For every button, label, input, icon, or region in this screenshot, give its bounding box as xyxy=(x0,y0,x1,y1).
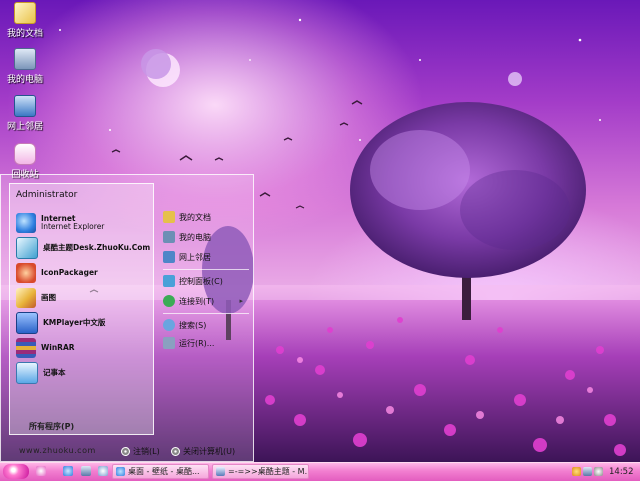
notepad-icon xyxy=(16,362,38,384)
search-icon xyxy=(163,319,175,331)
program-paint[interactable]: 画图 xyxy=(16,287,151,309)
power-icon xyxy=(171,446,180,456)
logoff-button[interactable]: 注销(L) xyxy=(121,445,160,457)
places-label: 控制面板(C) xyxy=(179,276,223,286)
places-label: 连接到(T) xyxy=(179,296,215,306)
start-menu-programs-panel: Administrator Internet Internet Explorer… xyxy=(9,183,154,435)
paint-icon xyxy=(16,288,36,308)
my-documents-icon xyxy=(163,211,175,223)
my-network-icon xyxy=(163,251,175,263)
iconpackager-icon xyxy=(16,263,36,283)
program-subtitle: Internet Explorer xyxy=(41,222,105,231)
places-label: 运行(R)... xyxy=(179,338,215,348)
run-icon xyxy=(163,337,175,349)
volume-icon[interactable] xyxy=(594,467,603,476)
logoff-icon xyxy=(121,446,130,456)
places-label: 网上邻居 xyxy=(179,252,211,262)
control-panel-icon xyxy=(163,275,175,287)
desktop-icon-network[interactable]: 网上邻居 xyxy=(2,95,48,132)
places-my-documents[interactable]: 我的文档 xyxy=(163,209,249,225)
places-label: 我的电脑 xyxy=(179,232,211,242)
program-title: 记事本 xyxy=(43,368,66,377)
folder-icon xyxy=(14,2,36,24)
places-control-panel[interactable]: 控制面板(C) xyxy=(163,273,249,289)
network-icon xyxy=(14,95,36,117)
quicklaunch-media-icon[interactable] xyxy=(98,466,108,476)
kmplayer-icon xyxy=(16,312,38,334)
desktop-icon-label: 网上邻居 xyxy=(6,122,43,132)
taskbar-button-theme-window[interactable]: =-=>>桌酷主题 - M... xyxy=(212,464,309,479)
connect-to-icon xyxy=(163,295,175,307)
program-title: KMPlayer中文版 xyxy=(43,318,106,327)
moon-shadow xyxy=(141,49,171,79)
places-label: 我的文档 xyxy=(179,212,211,222)
system-tray: 14:52 xyxy=(572,464,638,479)
program-winrar[interactable]: WinRAR xyxy=(16,337,151,359)
task-label: =-=>>桌酷主题 - M... xyxy=(228,467,308,476)
computer-icon xyxy=(14,48,36,70)
desktop-icon-label: 我的文档 xyxy=(6,29,43,39)
places-search[interactable]: 搜索(S) xyxy=(163,317,249,333)
program-notepad[interactable]: 记事本 xyxy=(16,362,151,384)
theme-icon xyxy=(16,237,38,259)
browser-icon xyxy=(116,467,125,476)
quicklaunch-show-desktop-icon[interactable] xyxy=(81,466,91,476)
places-my-computer[interactable]: 我的电脑 xyxy=(163,229,249,245)
my-computer-icon xyxy=(163,231,175,243)
logoff-label: 注销(L) xyxy=(133,446,160,456)
recycle-bin-icon xyxy=(14,143,36,165)
program-iconpackager[interactable]: IconPackager xyxy=(16,262,151,284)
program-title: IconPackager xyxy=(41,268,98,277)
window-icon xyxy=(216,467,225,476)
program-kmplayer[interactable]: KMPlayer中文版 xyxy=(16,312,151,334)
places-my-network[interactable]: 网上邻居 xyxy=(163,249,249,265)
website-url: www.zhuoku.com xyxy=(19,446,96,455)
program-internet-explorer[interactable]: Internet Internet Explorer xyxy=(16,212,151,234)
all-programs-button[interactable]: 所有程序(P) xyxy=(29,421,74,432)
clock[interactable]: 14:52 xyxy=(609,467,634,477)
places-label: 搜索(S) xyxy=(179,320,207,330)
task-label: 桌面 - 壁纸 - 桌酷... xyxy=(128,467,200,476)
shutdown-label: 关闭计算机(U) xyxy=(183,446,236,456)
desktop-icon-my-documents[interactable]: 我的文档 xyxy=(2,2,48,39)
network-tray-icon[interactable] xyxy=(583,467,592,476)
start-button[interactable] xyxy=(3,464,29,479)
desktop-icon-my-computer[interactable]: 我的电脑 xyxy=(2,48,48,85)
taskbar-button-browser[interactable]: 桌面 - 壁纸 - 桌酷... xyxy=(112,464,209,479)
user-name: Administrator xyxy=(16,190,78,200)
program-title: 桌酷主题Desk.ZhuoKu.Com xyxy=(43,243,151,252)
taskbar: 桌面 - 壁纸 - 桌酷... =-=>>桌酷主题 - M... 14:52 xyxy=(0,462,640,481)
shutdown-button[interactable]: 关闭计算机(U) xyxy=(171,445,235,457)
program-zhuoku-theme[interactable]: 桌酷主题Desk.ZhuoKu.Com xyxy=(16,237,151,259)
qq-icon[interactable] xyxy=(572,467,581,476)
submenu-arrow-icon: ▸ xyxy=(239,297,243,305)
quicklaunch-heart-icon[interactable] xyxy=(36,466,46,476)
quicklaunch-internet-explorer-icon[interactable] xyxy=(63,466,73,476)
start-menu-footer: www.zhuoku.com 注销(L) 关闭计算机(U) xyxy=(1,441,253,461)
start-menu: Administrator Internet Internet Explorer… xyxy=(0,174,254,462)
program-title: 画图 xyxy=(41,293,56,302)
program-title: WinRAR xyxy=(41,343,75,352)
internet-explorer-icon xyxy=(16,213,36,233)
small-moon xyxy=(508,72,522,86)
winrar-icon xyxy=(16,338,36,358)
places-run[interactable]: 运行(R)... xyxy=(163,335,249,351)
places-connect-to[interactable]: 连接到(T) ▸ xyxy=(163,293,249,309)
menu-separator xyxy=(163,269,249,270)
desktop-icon-label: 我的电脑 xyxy=(6,75,43,85)
menu-separator xyxy=(163,313,249,314)
